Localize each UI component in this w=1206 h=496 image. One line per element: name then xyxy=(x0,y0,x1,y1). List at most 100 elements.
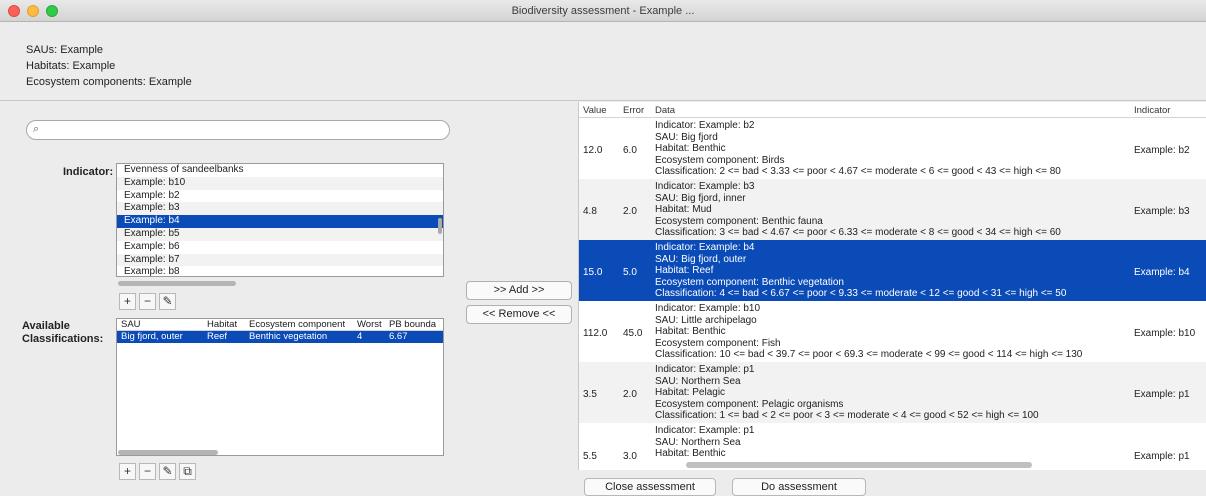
data-line: Indicator: Example: b2 xyxy=(655,120,755,131)
cell-data: Indicator: Example: b4 SAU: Big fjord, o… xyxy=(655,242,1066,300)
data-line: Habitat: Benthic xyxy=(655,326,726,338)
table-row[interactable]: 12.0 6.0 Indicator: Example: b2 SAU: Big… xyxy=(579,118,1206,179)
table-row[interactable]: 3.5 2.0 Indicator: Example: p1 SAU: Nort… xyxy=(579,362,1206,423)
list-item[interactable]: Example: b3 xyxy=(117,202,443,216)
remove-button[interactable]: << Remove << xyxy=(466,305,572,324)
table-row-selected[interactable]: 15.0 5.0 Indicator: Example: b4 SAU: Big… xyxy=(579,240,1206,301)
data-line: Ecosystem component: Pelagic organisms xyxy=(655,398,844,410)
table-row[interactable]: 112.0 45.0 Indicator: Example: b10 SAU: … xyxy=(579,301,1206,362)
cell-value: 4.8 xyxy=(583,206,597,217)
cell-value: 112.0 xyxy=(583,328,608,339)
column-header-sau[interactable]: SAU xyxy=(121,319,141,331)
cell-worst: 4 xyxy=(357,331,363,342)
remove-indicator-button[interactable]: − xyxy=(139,293,156,310)
classifications-horizontal-scrollbar[interactable] xyxy=(118,450,218,455)
cell-value: 15.0 xyxy=(583,267,603,278)
table-row[interactable]: 4.8 2.0 Indicator: Example: b3 SAU: Big … xyxy=(579,179,1206,240)
data-line: Indicator: Example: b10 xyxy=(655,303,761,314)
data-line: Habitat: Pelagic xyxy=(655,387,726,399)
classifications-header: SAU Habitat Ecosystem component Worst PB… xyxy=(117,319,443,331)
column-header-error[interactable]: Error xyxy=(623,105,644,116)
table-row[interactable]: Big fjord, outer Reef Benthic vegetation… xyxy=(117,331,443,343)
data-line: Classification: 3 <= bad < 4.67 <= poor … xyxy=(655,227,1061,239)
cell-indicator: Example: p1 xyxy=(1134,451,1190,462)
cell-pb-boundary: 6.67 xyxy=(389,331,408,342)
cell-error: 3.0 xyxy=(623,451,637,462)
cell-indicator: Example: b10 xyxy=(1134,328,1196,339)
assessment-table-horizontal-scrollbar[interactable] xyxy=(686,462,1032,468)
list-item[interactable]: Evenness of sandeelbanks xyxy=(117,164,443,177)
data-line: Ecosystem component: Benthic fauna xyxy=(655,215,823,227)
do-assessment-button[interactable]: Do assessment xyxy=(732,478,866,496)
classifications-label: Classifications: xyxy=(22,333,104,345)
edit-classification-button[interactable]: ✎ xyxy=(159,463,176,480)
add-button[interactable]: >> Add >> xyxy=(466,281,572,300)
classifications-table[interactable]: SAU Habitat Ecosystem component Worst PB… xyxy=(116,318,444,456)
cell-indicator: Example: b4 xyxy=(1134,267,1190,278)
column-header-data[interactable]: Data xyxy=(655,105,675,116)
column-header-ecosystem-component[interactable]: Ecosystem component xyxy=(249,319,345,331)
data-line: SAU: Northern Sea xyxy=(655,375,741,387)
cell-error: 45.0 xyxy=(623,328,643,339)
cell-error: 2.0 xyxy=(623,206,637,217)
list-item[interactable]: Example: b7 xyxy=(117,253,443,267)
saus-label: SAUs: Example xyxy=(26,44,104,56)
list-item[interactable]: Example: b2 xyxy=(117,190,443,203)
data-line: Classification: 10 <= bad < 39.7 <= poor… xyxy=(655,349,1083,361)
cell-data: Indicator: Example: b2 SAU: Big fjord Ha… xyxy=(655,120,1061,178)
indicator-list-horizontal-scrollbar[interactable] xyxy=(118,281,236,286)
cell-ecosystem-component: Benthic vegetation xyxy=(249,331,328,342)
cell-sau: Big fjord, outer xyxy=(121,331,183,342)
list-item-selected[interactable]: Example: b4 xyxy=(117,215,443,228)
add-indicator-button[interactable]: + xyxy=(119,293,136,310)
data-line: Classification: 4 <= bad < 6.67 <= poor … xyxy=(655,288,1067,300)
cell-value: 12.0 xyxy=(583,145,603,156)
data-line: SAU: Northern Sea xyxy=(655,436,741,448)
data-line: Indicator: Example: b4 xyxy=(655,242,755,253)
duplicate-classification-button[interactable]: ⧉ xyxy=(179,463,196,480)
column-header-habitat[interactable]: Habitat xyxy=(207,319,237,331)
cell-error: 6.0 xyxy=(623,145,637,156)
search-input[interactable]: ⌕ xyxy=(26,120,450,140)
column-header-indicator[interactable]: Indicator xyxy=(1134,105,1170,116)
indicator-list[interactable]: Evenness of sandeelbanks Example: b10 Ex… xyxy=(116,163,444,277)
search-icon: ⌕ xyxy=(33,123,40,135)
assessment-table[interactable]: Value Error Data Indicator 12.0 6.0 Indi… xyxy=(578,102,1206,470)
add-classification-button[interactable]: + xyxy=(119,463,136,480)
data-line: Classification: 1 <= bad < 2 <= poor < 3… xyxy=(655,410,1039,422)
column-header-pb-boundary[interactable]: PB bounda xyxy=(389,319,443,331)
title-bar: Biodiversity assessment - Example ... xyxy=(0,0,1206,22)
cell-error: 5.0 xyxy=(623,267,637,278)
data-line: Habitat: Benthic xyxy=(655,448,726,460)
info-panel: SAUs: Example Habitats: Example Ecosyste… xyxy=(0,23,1206,101)
indicator-list-vertical-scrollbar[interactable] xyxy=(438,218,442,234)
data-line: Habitat: Reef xyxy=(655,265,714,277)
data-line: SAU: Big fjord, outer xyxy=(655,253,747,265)
list-item[interactable]: Example: b6 xyxy=(117,241,443,254)
ecosystem-components-label: Ecosystem components: Example xyxy=(26,76,192,88)
cell-indicator: Example: b3 xyxy=(1134,206,1190,217)
list-item[interactable]: Example: b10 xyxy=(117,176,443,190)
data-line: Indicator: Example: p1 xyxy=(655,364,755,375)
list-item[interactable]: Example: b5 xyxy=(117,227,443,241)
edit-indicator-button[interactable]: ✎ xyxy=(159,293,176,310)
data-line: Ecosystem component: Birds xyxy=(655,154,785,166)
data-line: Habitat: Benthic xyxy=(655,143,726,155)
column-header-value[interactable]: Value xyxy=(583,105,607,116)
cell-habitat: Reef xyxy=(207,331,228,342)
data-line: SAU: Little archipelago xyxy=(655,314,757,326)
close-assessment-button[interactable]: Close assessment xyxy=(584,478,716,496)
list-item[interactable]: Example: b8 xyxy=(117,266,443,276)
data-line: SAU: Big fjord xyxy=(655,131,718,143)
column-header-worst[interactable]: Worst xyxy=(357,319,382,331)
data-line: Indicator: Example: b3 xyxy=(655,181,755,192)
cell-error: 2.0 xyxy=(623,389,637,400)
cell-indicator: Example: p1 xyxy=(1134,389,1190,400)
cell-data: Indicator: Example: b10 SAU: Little arch… xyxy=(655,303,1082,361)
cell-data: Indicator: Example: p1 SAU: Northern Sea… xyxy=(655,425,755,460)
assessment-table-header: Value Error Data Indicator xyxy=(579,102,1206,118)
indicator-label: Indicator: xyxy=(63,166,114,178)
data-line: Ecosystem component: Benthic vegetation xyxy=(655,276,844,288)
data-line: Ecosystem component: Fish xyxy=(655,337,781,349)
remove-classification-button[interactable]: − xyxy=(139,463,156,480)
